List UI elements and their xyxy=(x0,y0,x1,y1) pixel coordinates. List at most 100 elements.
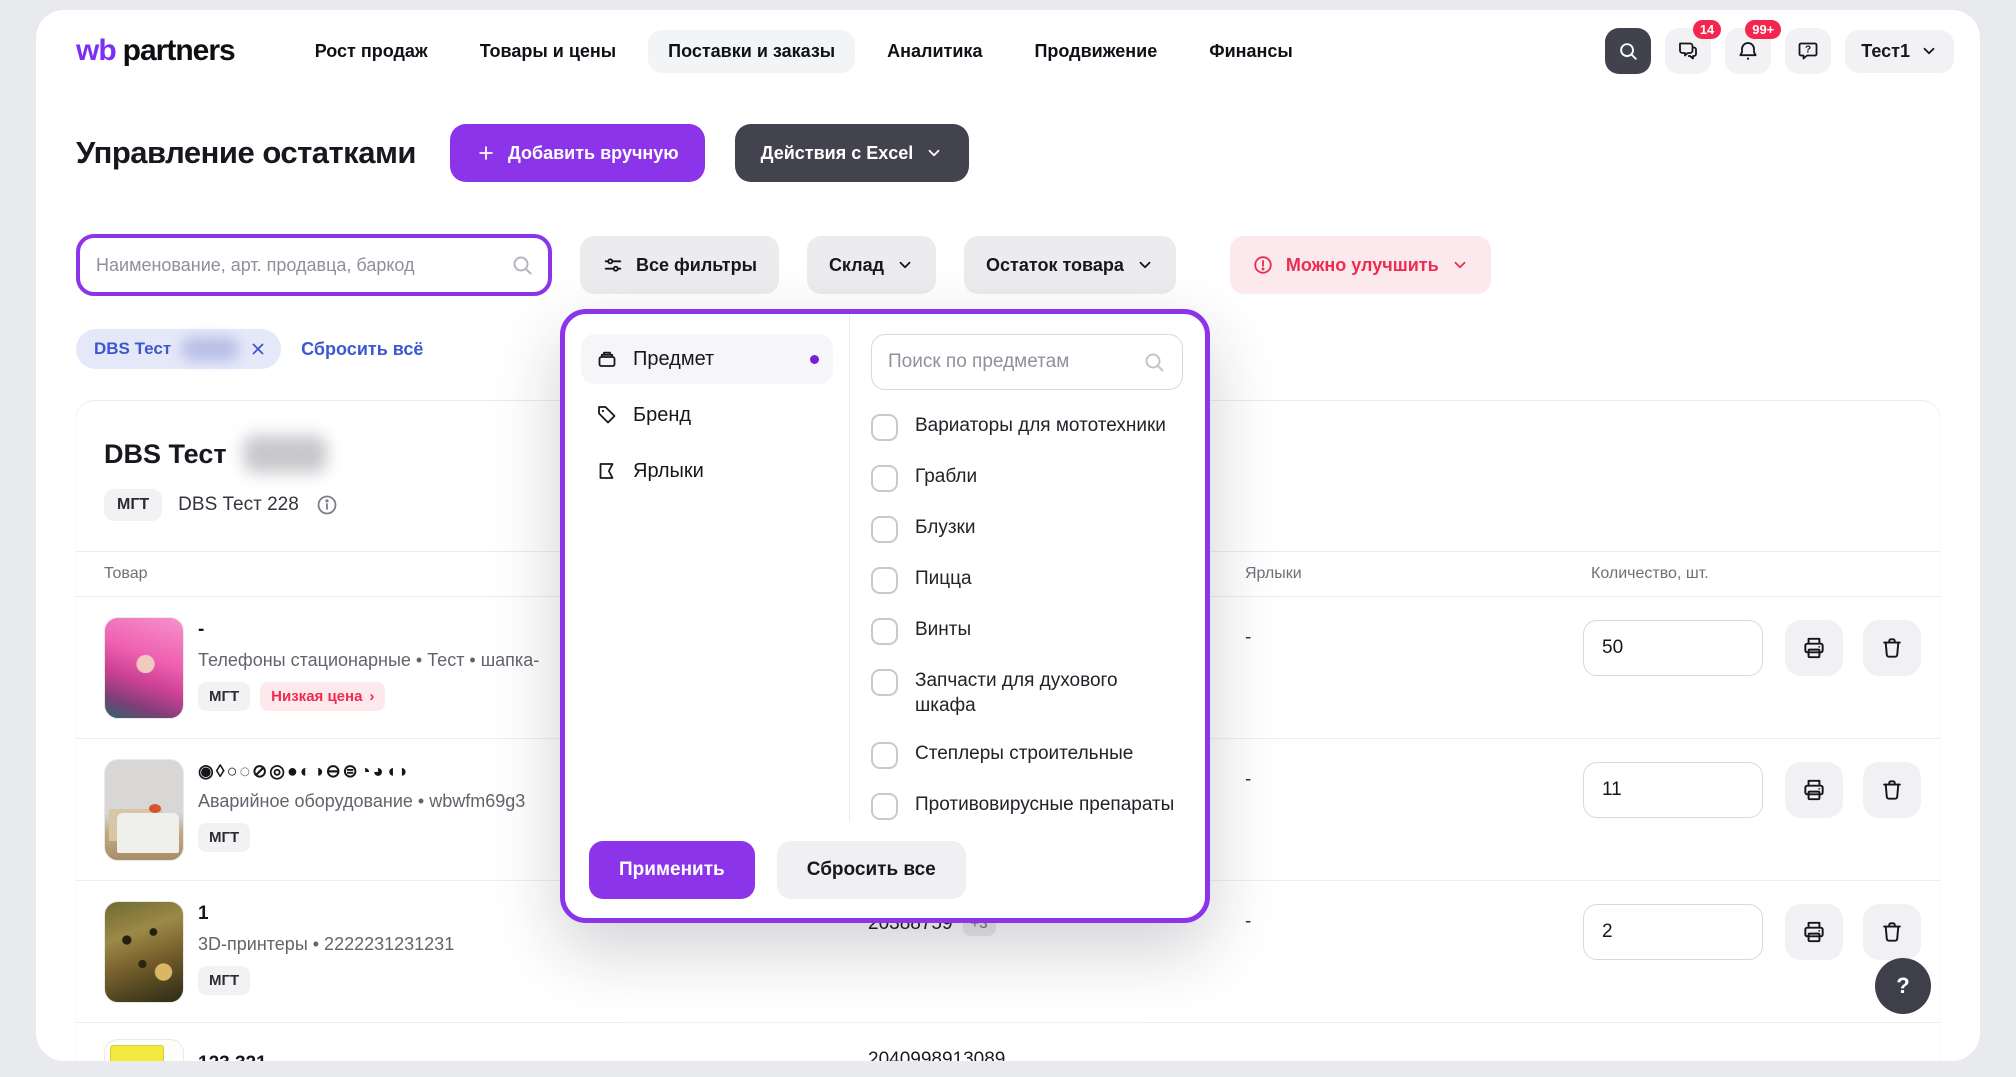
svg-text:?: ? xyxy=(1805,45,1811,56)
filter-option[interactable]: Запчасти для духового шкафа xyxy=(871,657,1183,730)
product-title[interactable]: - xyxy=(198,619,539,641)
logo-partners: partners xyxy=(123,34,235,68)
tag-icon xyxy=(595,403,619,427)
product-title[interactable]: 1 xyxy=(198,903,454,925)
subject-icon xyxy=(595,347,619,371)
filter-category-brand[interactable]: Бренд xyxy=(581,390,833,440)
product-image[interactable] xyxy=(104,1039,184,1061)
support-button[interactable]: ? xyxy=(1785,28,1831,74)
delete-button[interactable] xyxy=(1863,762,1921,818)
bell-icon xyxy=(1736,39,1760,63)
print-barcode-button[interactable] xyxy=(1785,904,1843,960)
warehouse-filter-button[interactable]: Склад xyxy=(807,236,936,294)
filter-option-label: Запчасти для духового шкафа xyxy=(915,669,1183,718)
account-name: Тест1 xyxy=(1861,41,1910,62)
filter-option-label: Степлеры строительные xyxy=(915,742,1133,767)
checkbox[interactable] xyxy=(871,465,898,492)
notifications-badge: 99+ xyxy=(1745,20,1781,39)
product-search-input[interactable] xyxy=(96,255,510,276)
subject-search-field[interactable] xyxy=(871,334,1183,390)
chevron-down-icon xyxy=(925,144,943,162)
wb-partners-logo[interactable]: wb partners xyxy=(76,34,235,68)
checkbox[interactable] xyxy=(871,516,898,543)
filters-popup: Предмет Бренд Ярлыки xyxy=(560,309,1210,923)
can-improve-button[interactable]: Можно улучшить xyxy=(1230,236,1491,294)
quantity-input[interactable] xyxy=(1583,904,1763,960)
product-image[interactable] xyxy=(104,759,184,861)
search-button[interactable] xyxy=(1605,28,1651,74)
print-barcode-button[interactable] xyxy=(1785,762,1843,818)
filter-option[interactable]: Противовирусные препараты xyxy=(871,781,1183,822)
checkbox[interactable] xyxy=(871,567,898,594)
mgt-badge: МГТ xyxy=(104,489,162,521)
filter-option[interactable]: Пицца xyxy=(871,555,1183,606)
help-fab-button[interactable]: ? xyxy=(1875,958,1931,1014)
nav-analytics[interactable]: Аналитика xyxy=(867,30,1002,73)
filter-option[interactable]: Грабли xyxy=(871,453,1183,504)
applied-filter-chip[interactable]: DBS Тест xyxy=(76,329,281,369)
delete-button[interactable] xyxy=(1863,904,1921,960)
filter-option[interactable]: Степлеры строительные xyxy=(871,730,1183,781)
chevron-down-icon xyxy=(896,256,914,274)
excel-actions-button[interactable]: Действия с Excel xyxy=(735,124,970,182)
checkbox[interactable] xyxy=(871,414,898,441)
reset-all-link[interactable]: Сбросить всё xyxy=(301,339,423,360)
product-image[interactable] xyxy=(104,901,184,1003)
nav-supplies-orders[interactable]: Поставки и заказы xyxy=(648,30,855,73)
stock-filter-button[interactable]: Остаток товара xyxy=(964,236,1176,294)
filter-category-subject[interactable]: Предмет xyxy=(581,334,833,384)
checkbox[interactable] xyxy=(871,793,898,820)
filter-category-label: Ярлыки xyxy=(633,460,704,483)
filter-option[interactable]: Блузки xyxy=(871,504,1183,555)
warehouse-filter-label: Склад xyxy=(829,255,884,276)
popup-filter-menu: Предмет Бренд Ярлыки xyxy=(565,314,849,822)
apply-button[interactable]: Применить xyxy=(589,841,755,899)
reset-button[interactable]: Сбросить все xyxy=(777,841,966,899)
chevron-right-icon: › xyxy=(369,688,374,705)
filter-option-label: Вариаторы для мототехники xyxy=(915,414,1166,439)
filter-option-label: Грабли xyxy=(915,465,977,490)
checkbox[interactable] xyxy=(871,742,898,769)
filter-category-labels[interactable]: Ярлыки xyxy=(581,446,833,496)
add-manual-button[interactable]: Добавить вручную xyxy=(450,124,705,182)
popup-divider xyxy=(849,314,850,822)
search-icon xyxy=(1142,350,1166,374)
nav-goods-prices[interactable]: Товары и цены xyxy=(460,30,636,73)
quantity-input[interactable] xyxy=(1583,620,1763,676)
search-icon xyxy=(1617,40,1639,62)
checkbox[interactable] xyxy=(871,669,898,696)
filter-option-label: Винты xyxy=(915,618,971,643)
blurred-value xyxy=(243,435,327,473)
filter-option-label: Пицца xyxy=(915,567,972,592)
nav-promotion[interactable]: Продвижение xyxy=(1014,30,1177,73)
nav-finances[interactable]: Финансы xyxy=(1189,30,1313,73)
filter-category-label: Бренд xyxy=(633,404,691,427)
product-title[interactable]: ◉◊○◌⊘◎●◐◑⊖⊜◔◕◖◗ xyxy=(198,761,525,782)
close-icon[interactable] xyxy=(249,340,267,358)
all-filters-button[interactable]: Все фильтры xyxy=(580,236,779,294)
filter-option[interactable]: Вариаторы для мототехники xyxy=(871,402,1183,453)
nav-sales-growth[interactable]: Рост продаж xyxy=(295,30,448,73)
group-title: DBS Тест xyxy=(104,439,227,470)
subject-search-input[interactable] xyxy=(888,351,1142,373)
low-price-badge[interactable]: Низкая цена› xyxy=(260,682,385,711)
product-title[interactable]: 123 321 xyxy=(198,1053,267,1061)
messages-badge: 14 xyxy=(1693,20,1721,39)
filter-option[interactable]: Винты xyxy=(871,606,1183,657)
sliders-icon xyxy=(602,254,624,276)
quantity-input[interactable] xyxy=(1583,762,1763,818)
delete-button[interactable] xyxy=(1863,620,1921,676)
warning-icon xyxy=(1252,254,1274,276)
messages-button[interactable]: 14 xyxy=(1665,28,1711,74)
column-product: Товар xyxy=(104,565,148,583)
info-icon[interactable] xyxy=(315,493,339,517)
filter-row: Все фильтры Склад Остаток товара Можно у… xyxy=(76,234,1940,296)
product-image[interactable] xyxy=(104,617,184,719)
checkbox[interactable] xyxy=(871,618,898,645)
product-search-field[interactable] xyxy=(76,234,552,296)
notifications-button[interactable]: 99+ xyxy=(1725,28,1771,74)
print-barcode-button[interactable] xyxy=(1785,620,1843,676)
add-manual-label: Добавить вручную xyxy=(508,143,679,164)
main-nav: Рост продаж Товары и цены Поставки и зак… xyxy=(295,30,1313,73)
account-menu[interactable]: Тест1 xyxy=(1845,30,1954,73)
